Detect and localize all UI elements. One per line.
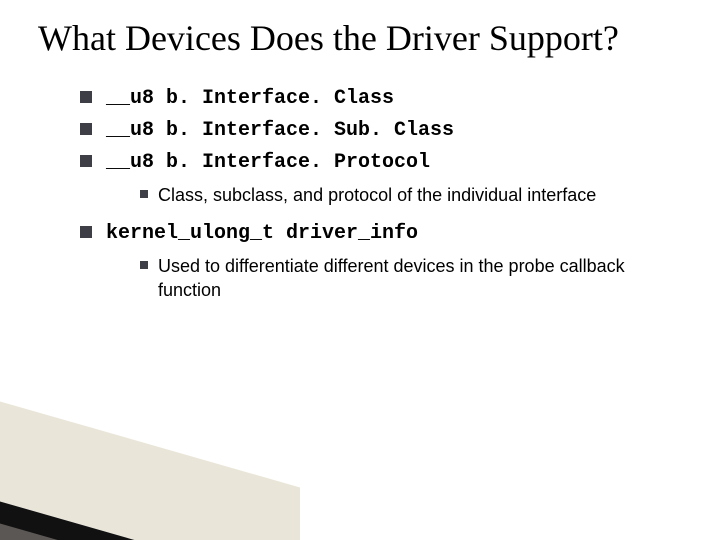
sub-bullet-item: Class, subclass, and protocol of the ind… [140, 183, 660, 207]
bullet-item: kernel_ulong_t driver_info Used to diffe… [80, 218, 720, 303]
bullet-item: __u8 b. Interface. Class [80, 83, 720, 113]
code-text: __u8 b. Interface. Protocol [106, 151, 430, 174]
code-text: kernel_ulong_t driver_info [106, 222, 418, 245]
bullet-item: __u8 b. Interface. Protocol Class, subcl… [80, 147, 720, 207]
slide-content: What Devices Does the Driver Support? __… [0, 0, 720, 302]
sub-bullet-list: Used to differentiate different devices … [140, 254, 660, 303]
code-text: __u8 b. Interface. Sub. Class [106, 119, 454, 142]
slide-title: What Devices Does the Driver Support? [0, 0, 678, 59]
sub-bullet-list: Class, subclass, and protocol of the ind… [140, 183, 660, 207]
code-text: __u8 b. Interface. Class [106, 87, 394, 110]
bullet-list: __u8 b. Interface. Class __u8 b. Interfa… [80, 83, 720, 302]
bullet-item: __u8 b. Interface. Sub. Class [80, 115, 720, 145]
sub-bullet-item: Used to differentiate different devices … [140, 254, 660, 303]
slide: What Devices Does the Driver Support? __… [0, 0, 720, 540]
